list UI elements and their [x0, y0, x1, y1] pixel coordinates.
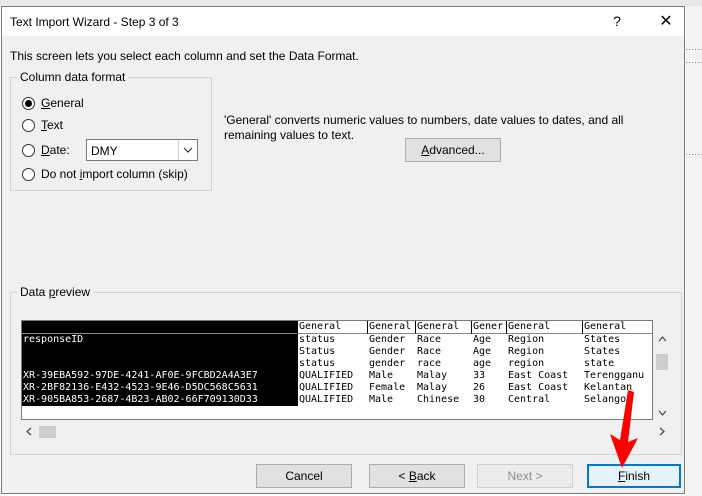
preview-cell: Male — [369, 370, 394, 381]
backdrop-dotted-line — [686, 62, 702, 63]
preview-cell: gender — [369, 358, 406, 369]
preview-cell: QUALIFIED — [299, 394, 354, 405]
preview-cell: Region — [508, 346, 545, 357]
preview-cell: Malay — [417, 370, 448, 381]
preview-column[interactable]: Gener Age Age age 33 26 30 — [472, 321, 507, 419]
preview-column-cells: responseID XR-39EBA592-97DE-4241-AF0E-9F… — [22, 334, 298, 406]
scroll-down-icon[interactable] — [658, 408, 667, 419]
title-bar: Text Import Wizard - Step 3 of 3 ? ✕ — [2, 7, 684, 36]
preview-cell: States — [584, 334, 621, 345]
preview-cell: 30 — [473, 394, 486, 405]
preview-cell: East Coast — [508, 382, 569, 393]
preview-cell: Chinese — [417, 394, 460, 405]
preview-cell: Gender — [369, 334, 406, 345]
preview-cell: Malay — [417, 382, 448, 393]
radio-button-date[interactable] — [22, 143, 35, 157]
preview-column-header[interactable]: General — [583, 321, 652, 334]
cancel-button[interactable]: Cancel — [256, 464, 352, 488]
preview-cell: responseID — [23, 334, 84, 345]
date-format-value: DMY — [91, 144, 118, 158]
radio-date[interactable]: Date: — [22, 141, 70, 159]
radio-button-general[interactable] — [22, 96, 35, 110]
horizontal-scroll-thumb[interactable] — [39, 426, 56, 438]
close-button[interactable]: ✕ — [648, 7, 684, 36]
preview-column-header[interactable]: General — [416, 321, 472, 334]
radio-button-skip[interactable] — [22, 167, 35, 181]
backdrop-dotted-line — [686, 154, 702, 155]
preview-cell: Age — [473, 346, 492, 357]
preview-cell — [22, 346, 298, 358]
preview-cell: state — [584, 358, 615, 369]
preview-cell: Race — [417, 334, 442, 345]
preview-column-header[interactable]: General — [22, 321, 298, 334]
data-preview-grid[interactable]: General responseID XR-39EBA592-97DE-4241… — [21, 320, 653, 420]
instruction-text: This screen lets you select each column … — [10, 49, 359, 63]
preview-cell: Female — [369, 382, 406, 393]
preview-cell: Central — [508, 394, 551, 405]
preview-cell: 26 — [473, 382, 486, 393]
horizontal-scrollbar[interactable] — [21, 424, 670, 440]
preview-cell: States — [584, 346, 621, 357]
group-legend-column-data-format: Column data format — [17, 70, 129, 84]
backdrop-right-strip — [686, 6, 702, 496]
preview-cell: Status — [299, 346, 336, 357]
scroll-right-icon[interactable] — [659, 427, 665, 439]
preview-column[interactable]: General Gender Gender gender Male Female… — [368, 321, 416, 419]
radio-label-skip: Do not import column (skip) — [41, 167, 188, 181]
preview-cell: QUALIFIED — [299, 382, 354, 393]
preview-cell: East Coast — [508, 370, 569, 381]
preview-cell: XR-2BF82136-E432-4523-9E46-D5DC568C5631 — [23, 382, 258, 393]
group-legend-data-preview: Data preview — [17, 285, 94, 299]
preview-cell: status — [299, 358, 336, 369]
radio-general[interactable]: General — [22, 94, 84, 112]
preview-column-header[interactable]: Gener — [472, 321, 507, 334]
preview-column[interactable]: General Region Region region East Coast … — [507, 321, 583, 419]
preview-cell: XR-905BA853-2687-4B23-AB02-66F709130D33 — [23, 394, 258, 405]
preview-cell: Gender — [369, 346, 406, 357]
preview-column[interactable]: General responseID XR-39EBA592-97DE-4241… — [22, 321, 298, 419]
back-button[interactable]: < Back — [369, 464, 465, 488]
preview-cell: XR-39EBA592-97DE-4241-AF0E-9FCBD2A4A3E7 — [23, 370, 258, 381]
help-button[interactable]: ? — [602, 7, 632, 36]
radio-label-text: Text — [41, 118, 64, 132]
preview-cell: Age — [473, 334, 492, 345]
red-arrow-icon — [610, 390, 638, 468]
backdrop-dotted-line — [686, 49, 702, 50]
advanced-button[interactable]: Advanced... — [405, 138, 501, 162]
radio-label-general: General — [41, 96, 84, 110]
vertical-scrollbar[interactable] — [654, 320, 670, 420]
preview-cell: QUALIFIED — [299, 370, 354, 381]
next-button[interactable]: Next > — [477, 464, 573, 488]
preview-column-header[interactable]: General — [507, 321, 583, 334]
preview-cell — [22, 358, 298, 370]
preview-cell: region — [508, 358, 545, 369]
chevron-down-icon[interactable] — [178, 140, 197, 160]
date-format-select[interactable]: DMY — [86, 139, 198, 161]
preview-cell: 33 — [473, 370, 486, 381]
radio-label-date: Date: — [41, 143, 70, 157]
preview-cell: Region — [508, 334, 545, 345]
window-title: Text Import Wizard - Step 3 of 3 — [10, 15, 179, 29]
scroll-left-icon[interactable] — [26, 427, 32, 439]
preview-cell: status — [299, 334, 336, 345]
vertical-scroll-thumb[interactable] — [656, 354, 668, 370]
preview-column[interactable]: General Race Race race Malay Malay Chine… — [416, 321, 472, 419]
preview-column-header[interactable]: General — [298, 321, 368, 334]
text-import-wizard-dialog: Text Import Wizard - Step 3 of 3 ? ✕ Thi… — [1, 6, 685, 494]
preview-column-header[interactable]: General — [368, 321, 416, 334]
radio-button-text[interactable] — [22, 118, 35, 132]
preview-cell: race — [417, 358, 442, 369]
preview-column[interactable]: General status Status status QUALIFIED Q… — [298, 321, 368, 419]
preview-cell: Terengganu — [584, 370, 645, 381]
preview-cell: age — [473, 358, 492, 369]
radio-skip[interactable]: Do not import column (skip) — [22, 165, 188, 183]
preview-cell: Race — [417, 346, 442, 357]
preview-cell: Male — [369, 394, 394, 405]
radio-text[interactable]: Text — [22, 116, 63, 134]
scroll-up-icon[interactable] — [658, 334, 667, 345]
